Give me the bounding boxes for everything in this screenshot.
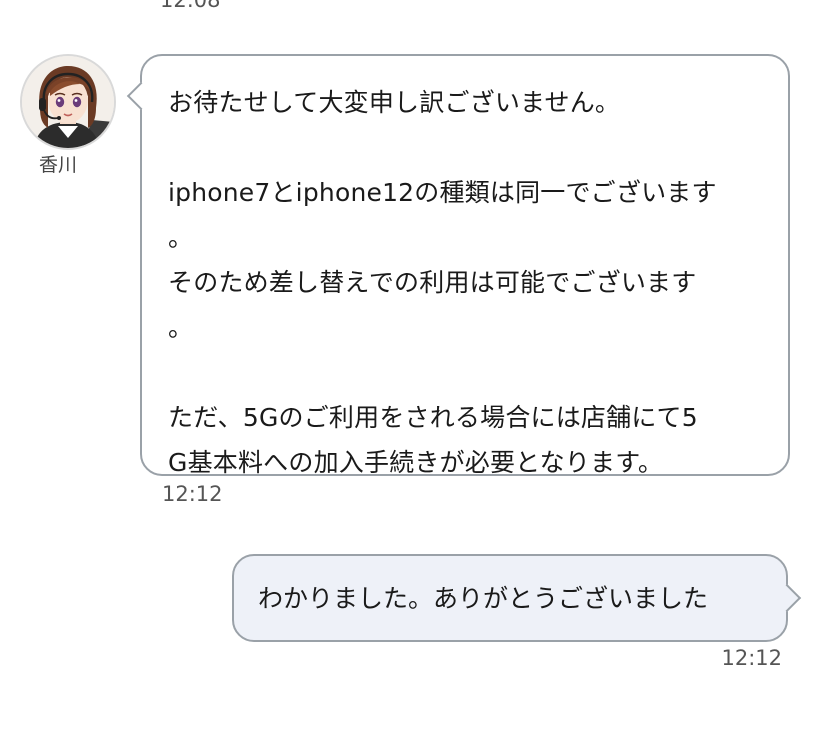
user-message-text: わかりました。ありがとうございました xyxy=(258,583,709,613)
agent-message-line: そのため差し替えでの利用は可能でございます xyxy=(168,268,697,297)
agent-bubble-tail xyxy=(126,81,156,111)
user-message-timestamp: 12:12 xyxy=(721,646,782,670)
agent-avatar-icon xyxy=(22,56,114,148)
agent-message-text: お待たせして大変申し訳ございません。 iphone7とiphone12の種類は同… xyxy=(168,80,762,485)
agent-message-bubble: お待たせして大変申し訳ございません。 iphone7とiphone12の種類は同… xyxy=(126,54,790,477)
agent-message-line: 。 xyxy=(168,313,194,342)
user-bubble-tail xyxy=(772,583,802,613)
agent-message-line: 。 xyxy=(168,223,194,252)
agent-message-line: お待たせして大変申し訳ございません。 xyxy=(168,88,621,117)
agent-name: 香川 xyxy=(38,154,77,176)
agent-message-line: G基本料への加入手続きが必要となります。 xyxy=(168,448,664,477)
agent-message-line: iphone7とiphone12の種類は同一でございます xyxy=(168,178,717,207)
agent-message-timestamp: 12:12 xyxy=(162,482,223,506)
message-timestamp-top: 12:08 xyxy=(160,0,221,12)
agent-message-line xyxy=(168,350,762,395)
agent-avatar[interactable] xyxy=(20,54,116,150)
agent-message-line: ただ、5Gのご利用をされる場合には店舗にて5 xyxy=(168,403,698,432)
user-message-bubble: わかりました。ありがとうございました xyxy=(232,554,802,642)
agent-message-line xyxy=(168,125,762,170)
